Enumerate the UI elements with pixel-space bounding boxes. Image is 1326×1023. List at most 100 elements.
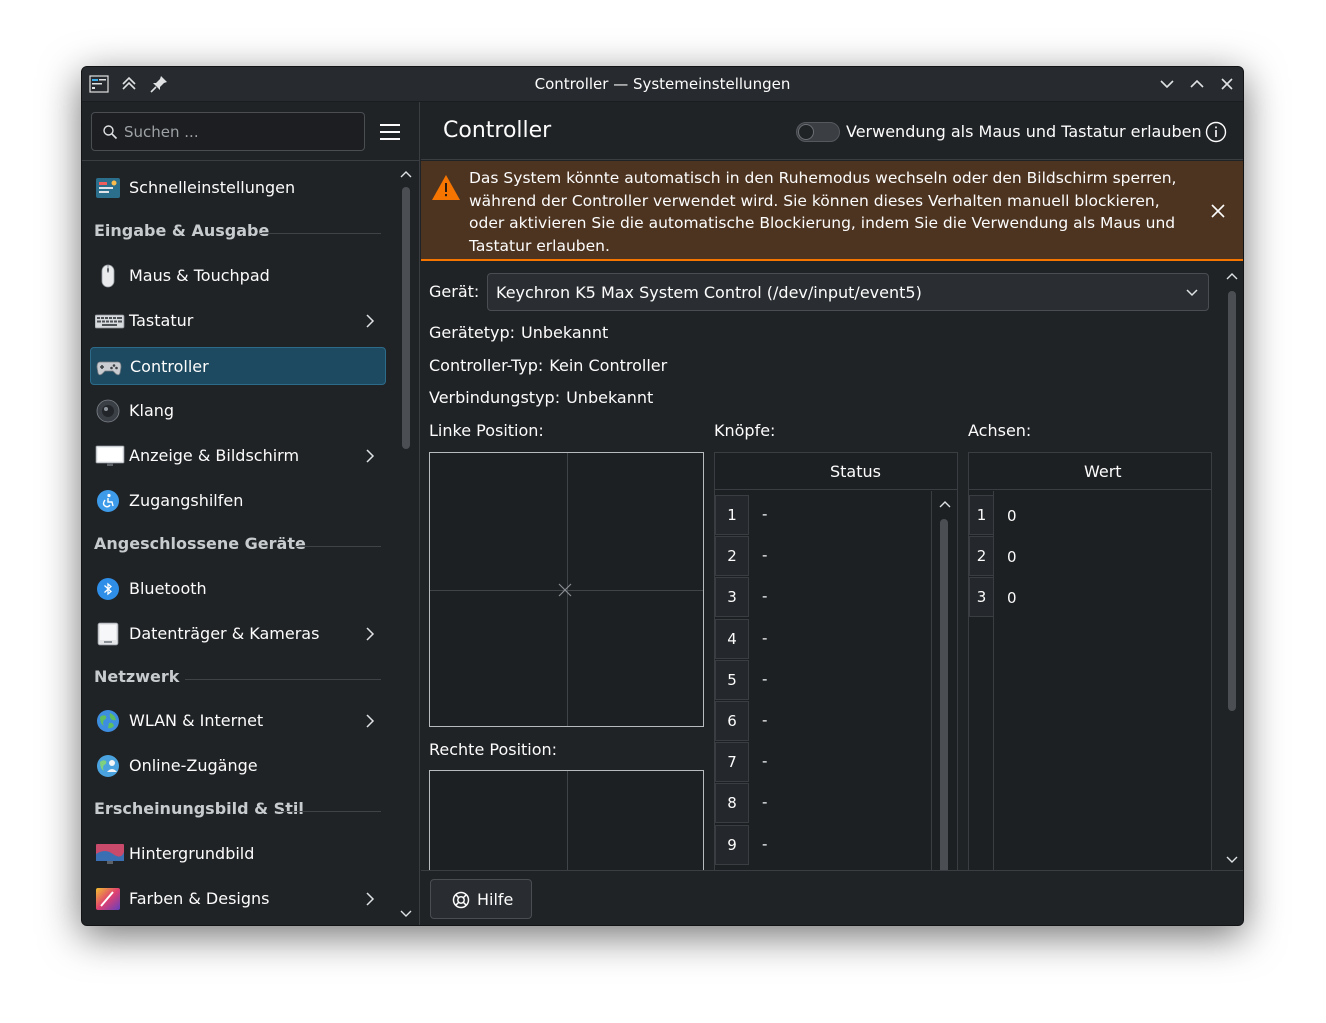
info-icon[interactable] xyxy=(1205,121,1227,143)
sidebar-item-accessibility[interactable]: Zugangshilfen xyxy=(90,482,386,520)
colors-icon xyxy=(95,887,121,911)
button-status-value: - xyxy=(762,752,768,771)
buttons-table-header: Status xyxy=(715,453,957,490)
button-row-number: 3 xyxy=(715,577,749,618)
button-status-value: - xyxy=(762,505,768,523)
content-scroll-thumb[interactable] xyxy=(1228,291,1236,711)
sidebar-item-quick-settings[interactable]: Schnelleinstellungen xyxy=(90,169,386,207)
left-stick-position-pad xyxy=(429,452,704,727)
minimize-icon[interactable] xyxy=(1156,73,1178,95)
warning-close-icon[interactable] xyxy=(1209,202,1227,220)
right-position-label: Rechte Position: xyxy=(429,740,558,759)
search-field[interactable] xyxy=(91,112,365,151)
chevron-right-icon xyxy=(362,890,378,908)
scroll-up-icon[interactable] xyxy=(937,497,953,511)
axis-row-number: 2 xyxy=(969,536,994,577)
footer-bar: Hilfe xyxy=(421,870,1243,925)
close-icon[interactable] xyxy=(1216,73,1238,95)
stick-position-marker-icon xyxy=(557,582,573,598)
sidebar-item-sound[interactable]: Klang xyxy=(90,392,386,430)
scroll-up-icon[interactable] xyxy=(398,167,414,181)
controller-content: Gerät: Keychron K5 Max System Control (/… xyxy=(421,263,1219,925)
button-row-number: 6 xyxy=(715,701,749,741)
chevron-down-icon xyxy=(1186,289,1198,297)
scroll-down-icon[interactable] xyxy=(398,907,414,921)
sidebar-item-label: Datenträger & Kameras xyxy=(129,624,320,643)
connection-type-value: Unbekannt xyxy=(566,388,654,407)
sidebar-item-mouse-touchpad[interactable]: Maus & Touchpad xyxy=(90,257,386,295)
display-icon xyxy=(95,444,125,468)
device-select[interactable]: Keychron K5 Max System Control (/dev/inp… xyxy=(487,273,1209,311)
button-row-number: 1 xyxy=(715,495,749,535)
mouse-keyboard-toggle-label[interactable]: Verwendung als Maus und Tastatur erlaube… xyxy=(846,122,1202,141)
controller-type-label: Controller-Typ: xyxy=(429,356,544,375)
category-network: Netzwerk xyxy=(94,667,180,686)
settings-window: Controller — Systemeinstellungen Sch xyxy=(81,66,1244,926)
category-divider xyxy=(185,679,381,680)
chevron-right-icon xyxy=(362,312,378,330)
sidebar-item-bluetooth[interactable]: Bluetooth xyxy=(90,570,386,608)
sidebar-item-wallpaper[interactable]: Hintergrundbild xyxy=(90,835,386,873)
sidebar-item-label: WLAN & Internet xyxy=(129,711,264,730)
category-divider xyxy=(278,811,381,812)
scroll-up-icon[interactable] xyxy=(1224,269,1240,283)
category-appearance: Erscheinungsbild & Stil xyxy=(94,799,304,818)
chevron-right-icon xyxy=(362,447,378,465)
maximize-icon[interactable] xyxy=(1186,73,1208,95)
button-status-value: - xyxy=(762,628,768,647)
buttons-table-scrollbar[interactable] xyxy=(931,491,957,925)
sidebar-item-keyboard[interactable]: Tastatur xyxy=(90,302,386,340)
accessibility-icon xyxy=(95,489,121,513)
help-button[interactable]: Hilfe xyxy=(430,879,532,919)
drive-icon xyxy=(95,622,121,646)
connection-type-row: Verbindungstyp: Unbekannt xyxy=(429,388,653,407)
sidebar-item-label: Hintergrundbild xyxy=(129,844,255,863)
button-row-number: 7 xyxy=(715,742,749,783)
buttons-scroll-thumb[interactable] xyxy=(940,519,948,879)
sidebar-item-online-accounts[interactable]: Online-Zugänge xyxy=(90,747,386,785)
controller-type-value: Kein Controller xyxy=(549,356,668,375)
sidebar-item-wifi-internet[interactable]: WLAN & Internet xyxy=(90,702,386,740)
sidebar-scrollbar[interactable] xyxy=(394,161,419,925)
title-bar: Controller — Systemeinstellungen xyxy=(82,67,1243,102)
scroll-down-icon[interactable] xyxy=(1224,853,1240,867)
online-accounts-icon xyxy=(95,754,121,778)
sidebar-item-colors-themes[interactable]: Farben & Designs xyxy=(90,880,386,918)
button-status-value: - xyxy=(762,711,768,729)
axis-value: 0 xyxy=(1007,589,1017,608)
buttons-table: Status 1-2-3-4-5-6-7-8-9- xyxy=(714,452,958,925)
sidebar-item-label: Farben & Designs xyxy=(129,889,270,908)
keyboard-icon xyxy=(94,309,125,333)
wallpaper-icon xyxy=(95,842,124,866)
content-scrollbar[interactable] xyxy=(1221,263,1243,925)
window-title: Controller — Systemeinstellungen xyxy=(534,75,791,93)
device-label: Gerät: xyxy=(429,282,480,301)
axes-row-header-divider xyxy=(993,491,994,925)
page-title: Controller xyxy=(443,118,552,143)
main-panel: Controller Verwendung als Maus und Tasta… xyxy=(421,102,1243,925)
sidebar-item-display[interactable]: Anzeige & Bildschirm xyxy=(90,437,386,475)
mouse-keyboard-toggle[interactable] xyxy=(796,122,840,142)
help-lifebuoy-icon xyxy=(452,891,470,909)
axis-value: 0 xyxy=(1007,548,1017,567)
sidebar-item-label: Klang xyxy=(129,401,175,420)
device-type-value: Unbekannt xyxy=(521,323,609,342)
status-column-header: Status xyxy=(830,462,881,481)
category-input-output: Eingabe & Ausgabe xyxy=(94,221,270,240)
sidebar-item-drives-cameras[interactable]: Datenträger & Kameras xyxy=(90,615,386,653)
axes-table: Wert 102030 xyxy=(968,452,1212,925)
sidebar-item-label: Schnelleinstellungen xyxy=(129,178,296,197)
warning-banner: Das System könnte automatisch in den Ruh… xyxy=(421,161,1243,261)
sidebar-item-controller[interactable]: Controller xyxy=(90,347,386,385)
search-input[interactable] xyxy=(124,121,354,143)
sidebar-item-label: Bluetooth xyxy=(129,579,207,598)
category-divider xyxy=(260,233,381,234)
speaker-icon xyxy=(95,399,121,423)
axes-table-header: Wert xyxy=(969,453,1211,490)
sidebar-item-label: Anzeige & Bildschirm xyxy=(129,446,300,465)
network-globe-icon xyxy=(95,709,121,733)
sidebar-scroll-thumb[interactable] xyxy=(402,187,410,449)
controller-type-row: Controller-Typ: Kein Controller xyxy=(429,356,667,375)
hamburger-menu-icon[interactable] xyxy=(377,119,403,145)
chevron-right-icon xyxy=(362,625,378,643)
